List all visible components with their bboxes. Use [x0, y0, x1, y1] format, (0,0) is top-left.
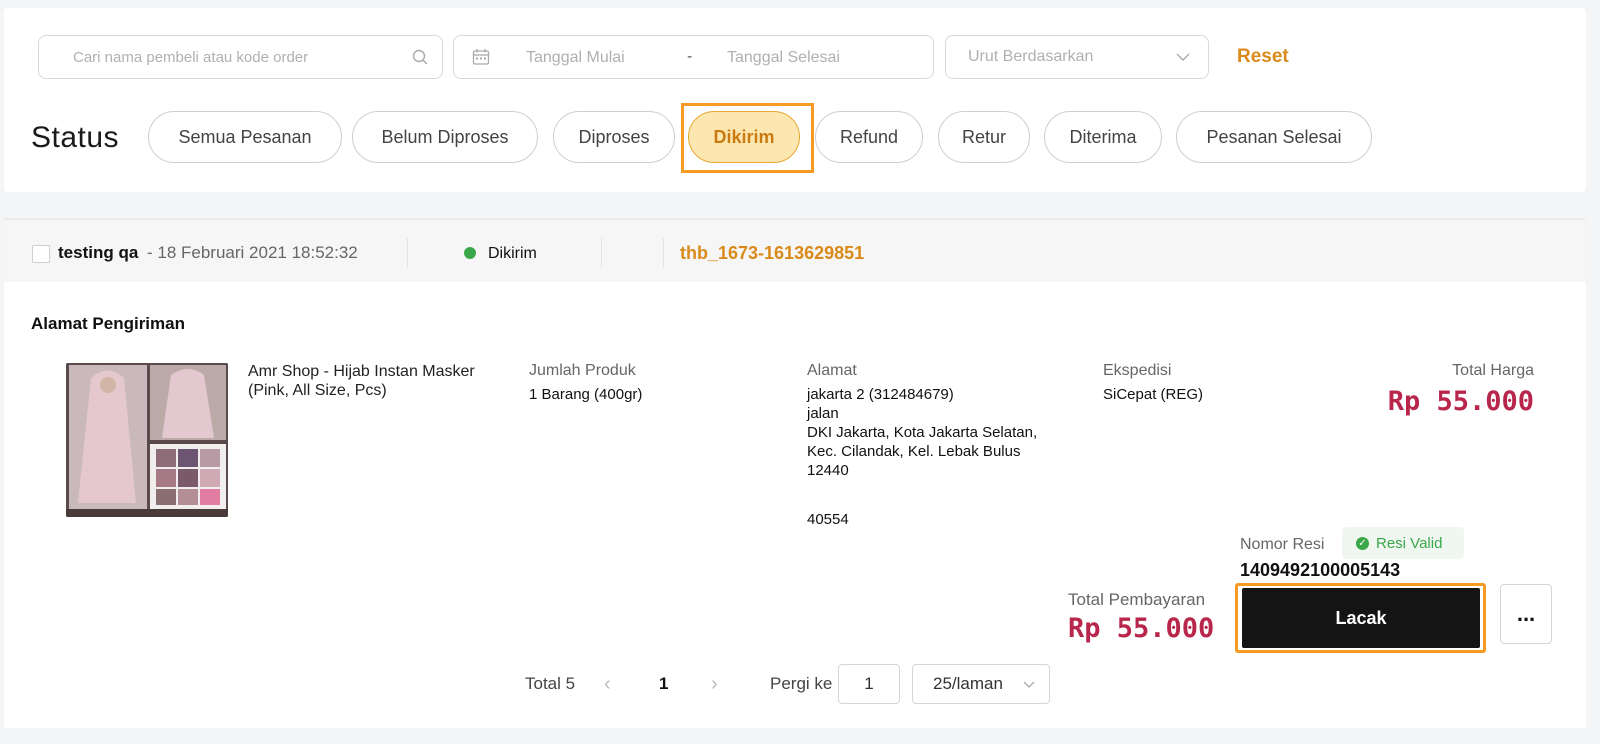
resi-label: Nomor Resi	[1240, 536, 1325, 553]
track-button[interactable]: Lacak	[1242, 588, 1480, 648]
tab-diproses[interactable]: Diproses	[553, 111, 675, 163]
date-range-picker[interactable]: Tanggal Mulai - Tanggal Selesai	[453, 35, 934, 79]
address-code: 40554	[807, 511, 849, 528]
quantity-value: 1 Barang (400gr)	[529, 386, 643, 403]
product-image	[66, 363, 228, 517]
price-value: Rp 55.000	[1387, 386, 1534, 417]
divider	[663, 238, 664, 268]
page-size-select[interactable]: 25/laman	[912, 664, 1050, 704]
calendar-icon	[472, 49, 490, 65]
total-payment-value: Rp 55.000	[1068, 613, 1215, 644]
date-separator: -	[687, 48, 693, 65]
address-line: jakarta 2 (312484679)	[807, 386, 954, 403]
total-payment-label: Total Pembayaran	[1068, 590, 1206, 609]
page-size-value: 25/laman	[933, 674, 1003, 693]
tab-pesanan-selesai[interactable]: Pesanan Selesai	[1176, 111, 1372, 163]
tab-refund[interactable]: Refund	[815, 111, 923, 163]
search-placeholder: Cari nama pembeli atau kode order	[73, 48, 309, 66]
product-name: Amr Shop - Hijab Instan Masker (Pink, Al…	[248, 363, 475, 399]
divider	[601, 238, 602, 268]
chevron-left-icon[interactable]: ‹	[604, 664, 611, 704]
reset-button[interactable]: Reset	[1237, 46, 1289, 68]
chevron-down-icon	[1176, 53, 1190, 61]
pagination-goto-label: Pergi ke	[770, 674, 833, 693]
divider	[407, 238, 408, 268]
order-code-link[interactable]: thb_1673-1613629851	[680, 243, 864, 264]
address-line: Kec. Cilandak, Kel. Lebak Bulus	[807, 443, 1021, 460]
address-line: DKI Jakarta, Kota Jakarta Selatan,	[807, 424, 1038, 441]
more-options-button[interactable]: ...	[1500, 584, 1552, 644]
address-value: jakarta 2 (312484679) jalan DKI Jakarta,…	[807, 385, 1037, 480]
date-end-input[interactable]: Tanggal Selesai	[727, 49, 840, 67]
resi-number: 1409492100005143	[1240, 560, 1401, 580]
tab-semua-pesanan[interactable]: Semua Pesanan	[148, 111, 342, 163]
sort-placeholder: Urut Berdasarkan	[968, 48, 1094, 65]
order-checkbox[interactable]	[32, 245, 50, 263]
chevron-down-icon	[1023, 681, 1035, 688]
address-label: Alamat	[807, 362, 857, 379]
chevron-right-icon[interactable]: ›	[711, 664, 718, 704]
search-icon	[412, 49, 428, 65]
tab-retur[interactable]: Retur	[938, 111, 1030, 163]
status-heading: Status	[31, 121, 120, 154]
quantity-label: Jumlah Produk	[529, 362, 636, 379]
order-card: testing qa - 18 Februari 2021 18:52:32 D…	[4, 218, 1586, 728]
tab-diterima[interactable]: Diterima	[1044, 111, 1162, 163]
courier-label: Ekspedisi	[1103, 362, 1172, 379]
resi-badge-text: Resi Valid	[1376, 534, 1443, 552]
check-icon: ✓	[1356, 536, 1369, 550]
pagination-goto-input[interactable]: 1	[838, 664, 900, 704]
pagination-total: Total 5	[525, 674, 576, 693]
buyer-name: testing qa	[58, 243, 139, 262]
address-line: 12440	[807, 462, 849, 479]
tab-dikirim[interactable]: Dikirim	[688, 111, 800, 163]
tab-belum-diproses[interactable]: Belum Diproses	[352, 111, 538, 163]
pagination-current-page[interactable]: 1	[659, 664, 668, 704]
resi-valid-badge: ✓ Resi Valid	[1342, 527, 1464, 559]
status-dot-icon	[464, 247, 476, 259]
courier-value: SiCepat (REG)	[1103, 386, 1204, 403]
order-header: testing qa - 18 Februari 2021 18:52:32 D…	[4, 218, 1586, 282]
filter-panel: Cari nama pembeli atau kode order Tangga…	[4, 8, 1586, 192]
address-section-title: Alamat Pengiriman	[31, 314, 185, 333]
address-line: jalan	[807, 405, 839, 422]
order-status: Dikirim	[488, 245, 537, 262]
search-input[interactable]: Cari nama pembeli atau kode order	[38, 35, 443, 79]
sort-select[interactable]: Urut Berdasarkan	[945, 35, 1209, 79]
order-date: - 18 Februari 2021 18:52:32	[147, 243, 358, 262]
price-label: Total Harga	[1452, 362, 1534, 379]
date-start-input[interactable]: Tanggal Mulai	[526, 49, 625, 67]
